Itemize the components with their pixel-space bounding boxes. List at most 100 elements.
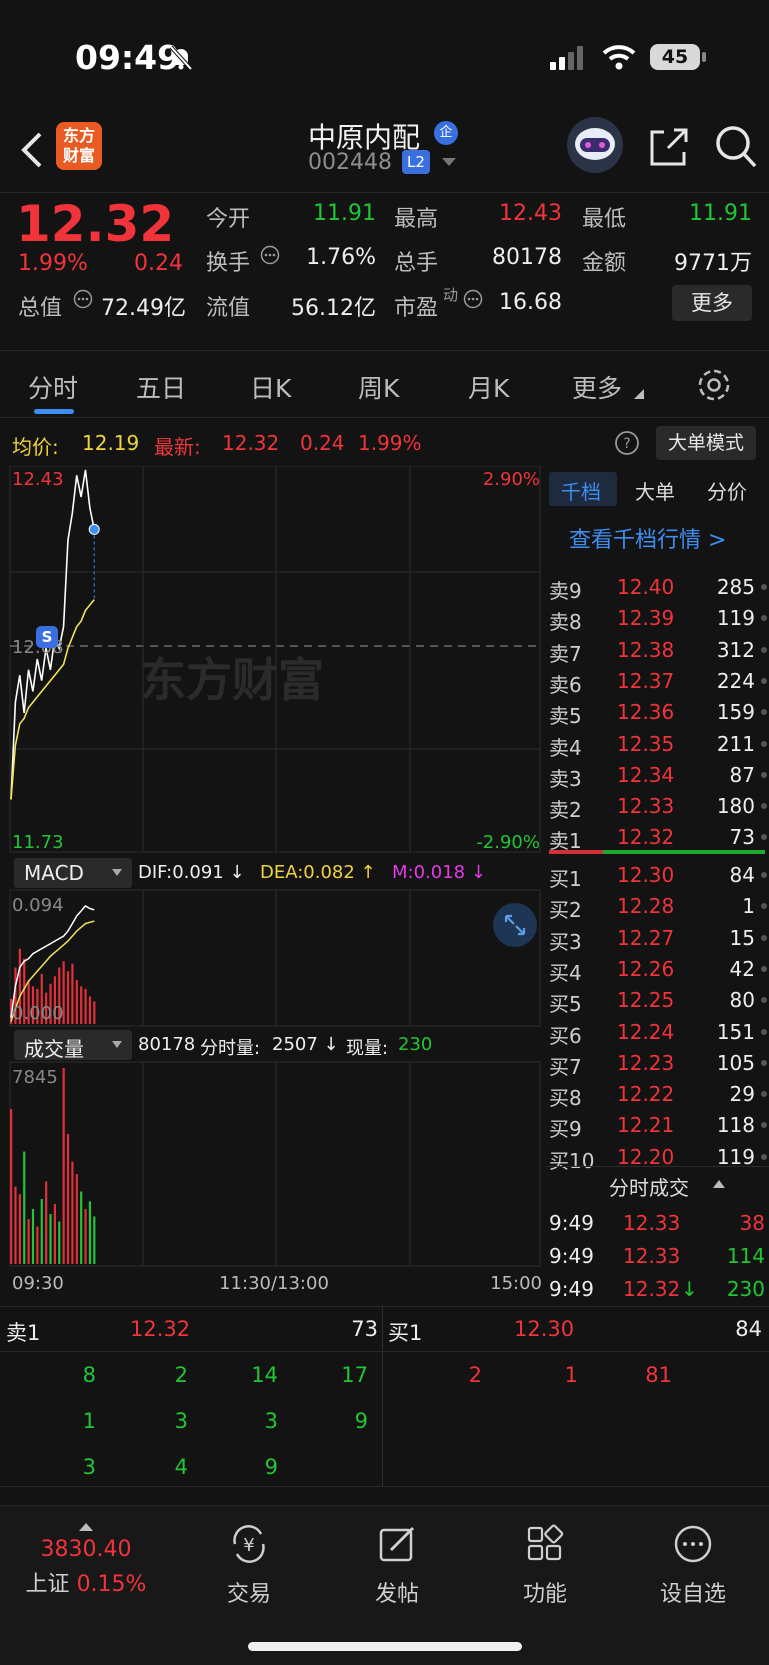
- level-dot: [761, 771, 767, 778]
- bid-label: 买1: [549, 867, 582, 891]
- ask-row[interactable]: 卖4 12.35 211: [545, 729, 769, 760]
- more-button[interactable]: 更多: [672, 285, 752, 321]
- view-full-depth-link[interactable]: 查看千档行情 >: [569, 522, 726, 554]
- big-order-mode-button[interactable]: 大单模式: [656, 426, 756, 460]
- tab-intraday[interactable]: 分时: [28, 369, 78, 405]
- high-label: 最高: [394, 207, 439, 232]
- ask-row[interactable]: 卖3 12.34 87: [545, 760, 769, 791]
- ask-volume: 87: [729, 762, 755, 787]
- ask-row[interactable]: 卖2 12.33 180: [545, 791, 769, 822]
- macd-bar: [71, 963, 74, 1024]
- app-logo[interactable]: 东方 财富: [56, 122, 102, 170]
- volume-selector[interactable]: 成交量: [14, 1030, 132, 1061]
- nav-function[interactable]: 功能: [490, 1524, 600, 1608]
- up-triangle-icon: [79, 1523, 93, 1531]
- stock-header: 东方 财富 中原内配 企 002448 L2: [0, 110, 769, 192]
- ask-row[interactable]: 卖5 12.36 159: [545, 697, 769, 728]
- bid-row[interactable]: 买7 12.23 105: [545, 1048, 769, 1079]
- volume-bar: [80, 1191, 83, 1264]
- macd-bar: [84, 988, 87, 1024]
- buy-queue-item: 2: [468, 1363, 482, 1387]
- signal-marker[interactable]: S: [36, 626, 58, 648]
- float-cap-value: 56.12亿: [291, 296, 376, 321]
- bid-price: 12.23: [617, 1050, 675, 1075]
- open-label: 今开: [206, 207, 251, 232]
- tab-daily-k[interactable]: 日K: [250, 369, 291, 405]
- tab-price-dist[interactable]: 分价: [707, 476, 747, 505]
- buy1-volume: 84: [735, 1317, 762, 1341]
- tab-big-order[interactable]: 大单: [635, 476, 675, 505]
- open-value: 11.91: [313, 201, 376, 226]
- bid-row[interactable]: 买3 12.27 15: [545, 923, 769, 954]
- tab-thousand-level[interactable]: 千档: [561, 476, 601, 505]
- ask-label: 卖3: [549, 766, 582, 791]
- trade-price: 12.33: [623, 1211, 681, 1235]
- dropdown-triangle-icon[interactable]: [442, 158, 456, 168]
- trade-time: 9:49: [549, 1244, 594, 1268]
- robot-assistant-icon[interactable]: [566, 116, 624, 174]
- ask-label: 卖5: [549, 704, 582, 729]
- volume-bar: [49, 1214, 52, 1264]
- nav-watchlist[interactable]: 设自选: [638, 1524, 748, 1608]
- sell-queue-item: 3: [264, 1409, 278, 1433]
- macd-bar: [75, 980, 78, 1024]
- info-dots-icon[interactable]: [260, 245, 280, 265]
- bid-volume: 42: [729, 956, 755, 981]
- bid-row[interactable]: 买5 12.25 80: [545, 985, 769, 1016]
- bid-row[interactable]: 买1 12.30 84: [545, 860, 769, 891]
- bid-row[interactable]: 买9 12.21 118: [545, 1110, 769, 1141]
- divider: [0, 1486, 769, 1487]
- ask-label: 卖7: [549, 641, 582, 666]
- volume-bar: [45, 1181, 48, 1264]
- level-dot: [761, 1153, 767, 1160]
- level-dot: [761, 740, 767, 747]
- trades-header[interactable]: 分时成交: [609, 1172, 689, 1201]
- bid-row[interactable]: 买4 12.26 42: [545, 954, 769, 985]
- macd-bar: [88, 996, 92, 1024]
- expand-icon[interactable]: [492, 902, 538, 948]
- trade-volume: 230: [726, 1277, 765, 1301]
- back-arrow-icon[interactable]: [18, 130, 46, 170]
- bid-price: 12.26: [617, 956, 675, 981]
- level-dot: [761, 646, 767, 653]
- ask-row[interactable]: 卖6 12.37 224: [545, 666, 769, 697]
- ask-row[interactable]: 卖7 12.38 312: [545, 635, 769, 666]
- bid-volume: 151: [716, 1019, 755, 1044]
- nav-trade[interactable]: ¥ 交易: [194, 1524, 304, 1608]
- collapse-triangle-icon[interactable]: [713, 1180, 725, 1188]
- info-dots-icon[interactable]: [73, 289, 93, 309]
- volume-bar: [75, 1174, 78, 1264]
- bid-row[interactable]: 买10 12.20 119: [545, 1142, 769, 1173]
- tab-weekly-k[interactable]: 周K: [358, 369, 399, 405]
- trade-time: 9:49: [549, 1277, 594, 1301]
- level-dot: [761, 903, 767, 910]
- nav-post[interactable]: 发帖: [342, 1524, 452, 1608]
- sell-queue-item: 17: [341, 1363, 368, 1387]
- bid-row[interactable]: 买8 12.22 29: [545, 1079, 769, 1110]
- divider: [0, 1351, 769, 1352]
- search-icon[interactable]: [714, 124, 758, 170]
- volume-bar: [84, 1209, 87, 1264]
- bid-row[interactable]: 买6 12.24 151: [545, 1017, 769, 1048]
- tab-monthly-k[interactable]: 月K: [468, 369, 509, 405]
- sell-queue-item: 3: [82, 1455, 96, 1479]
- macd-y-top: 0.094: [12, 895, 64, 916]
- tab-more[interactable]: 更多: [572, 369, 622, 405]
- bid-row[interactable]: 买2 12.28 1: [545, 891, 769, 922]
- yuan-exchange-icon: ¥: [233, 1525, 265, 1563]
- level2-badge[interactable]: L2: [402, 150, 430, 174]
- turnover-value: 1.76%: [306, 245, 376, 270]
- tab-five-day[interactable]: 五日: [136, 369, 186, 405]
- gear-icon[interactable]: [696, 367, 732, 403]
- ask-row[interactable]: 卖1 12.32 73: [545, 822, 769, 853]
- ask-row[interactable]: 卖9 12.40 285: [545, 572, 769, 603]
- help-icon[interactable]: ?: [614, 430, 640, 456]
- share-icon[interactable]: [648, 126, 690, 168]
- volume-bar: [10, 1109, 13, 1264]
- ask-row[interactable]: 卖8 12.39 119: [545, 603, 769, 634]
- enterprise-badge: 企: [434, 121, 458, 145]
- ask-label: 卖2: [549, 798, 582, 823]
- macd-selector[interactable]: MACD: [14, 858, 132, 888]
- sell1-label: 卖1: [6, 1321, 41, 1345]
- index-ticker[interactable]: 3830.40 上证 0.15%: [16, 1516, 156, 1598]
